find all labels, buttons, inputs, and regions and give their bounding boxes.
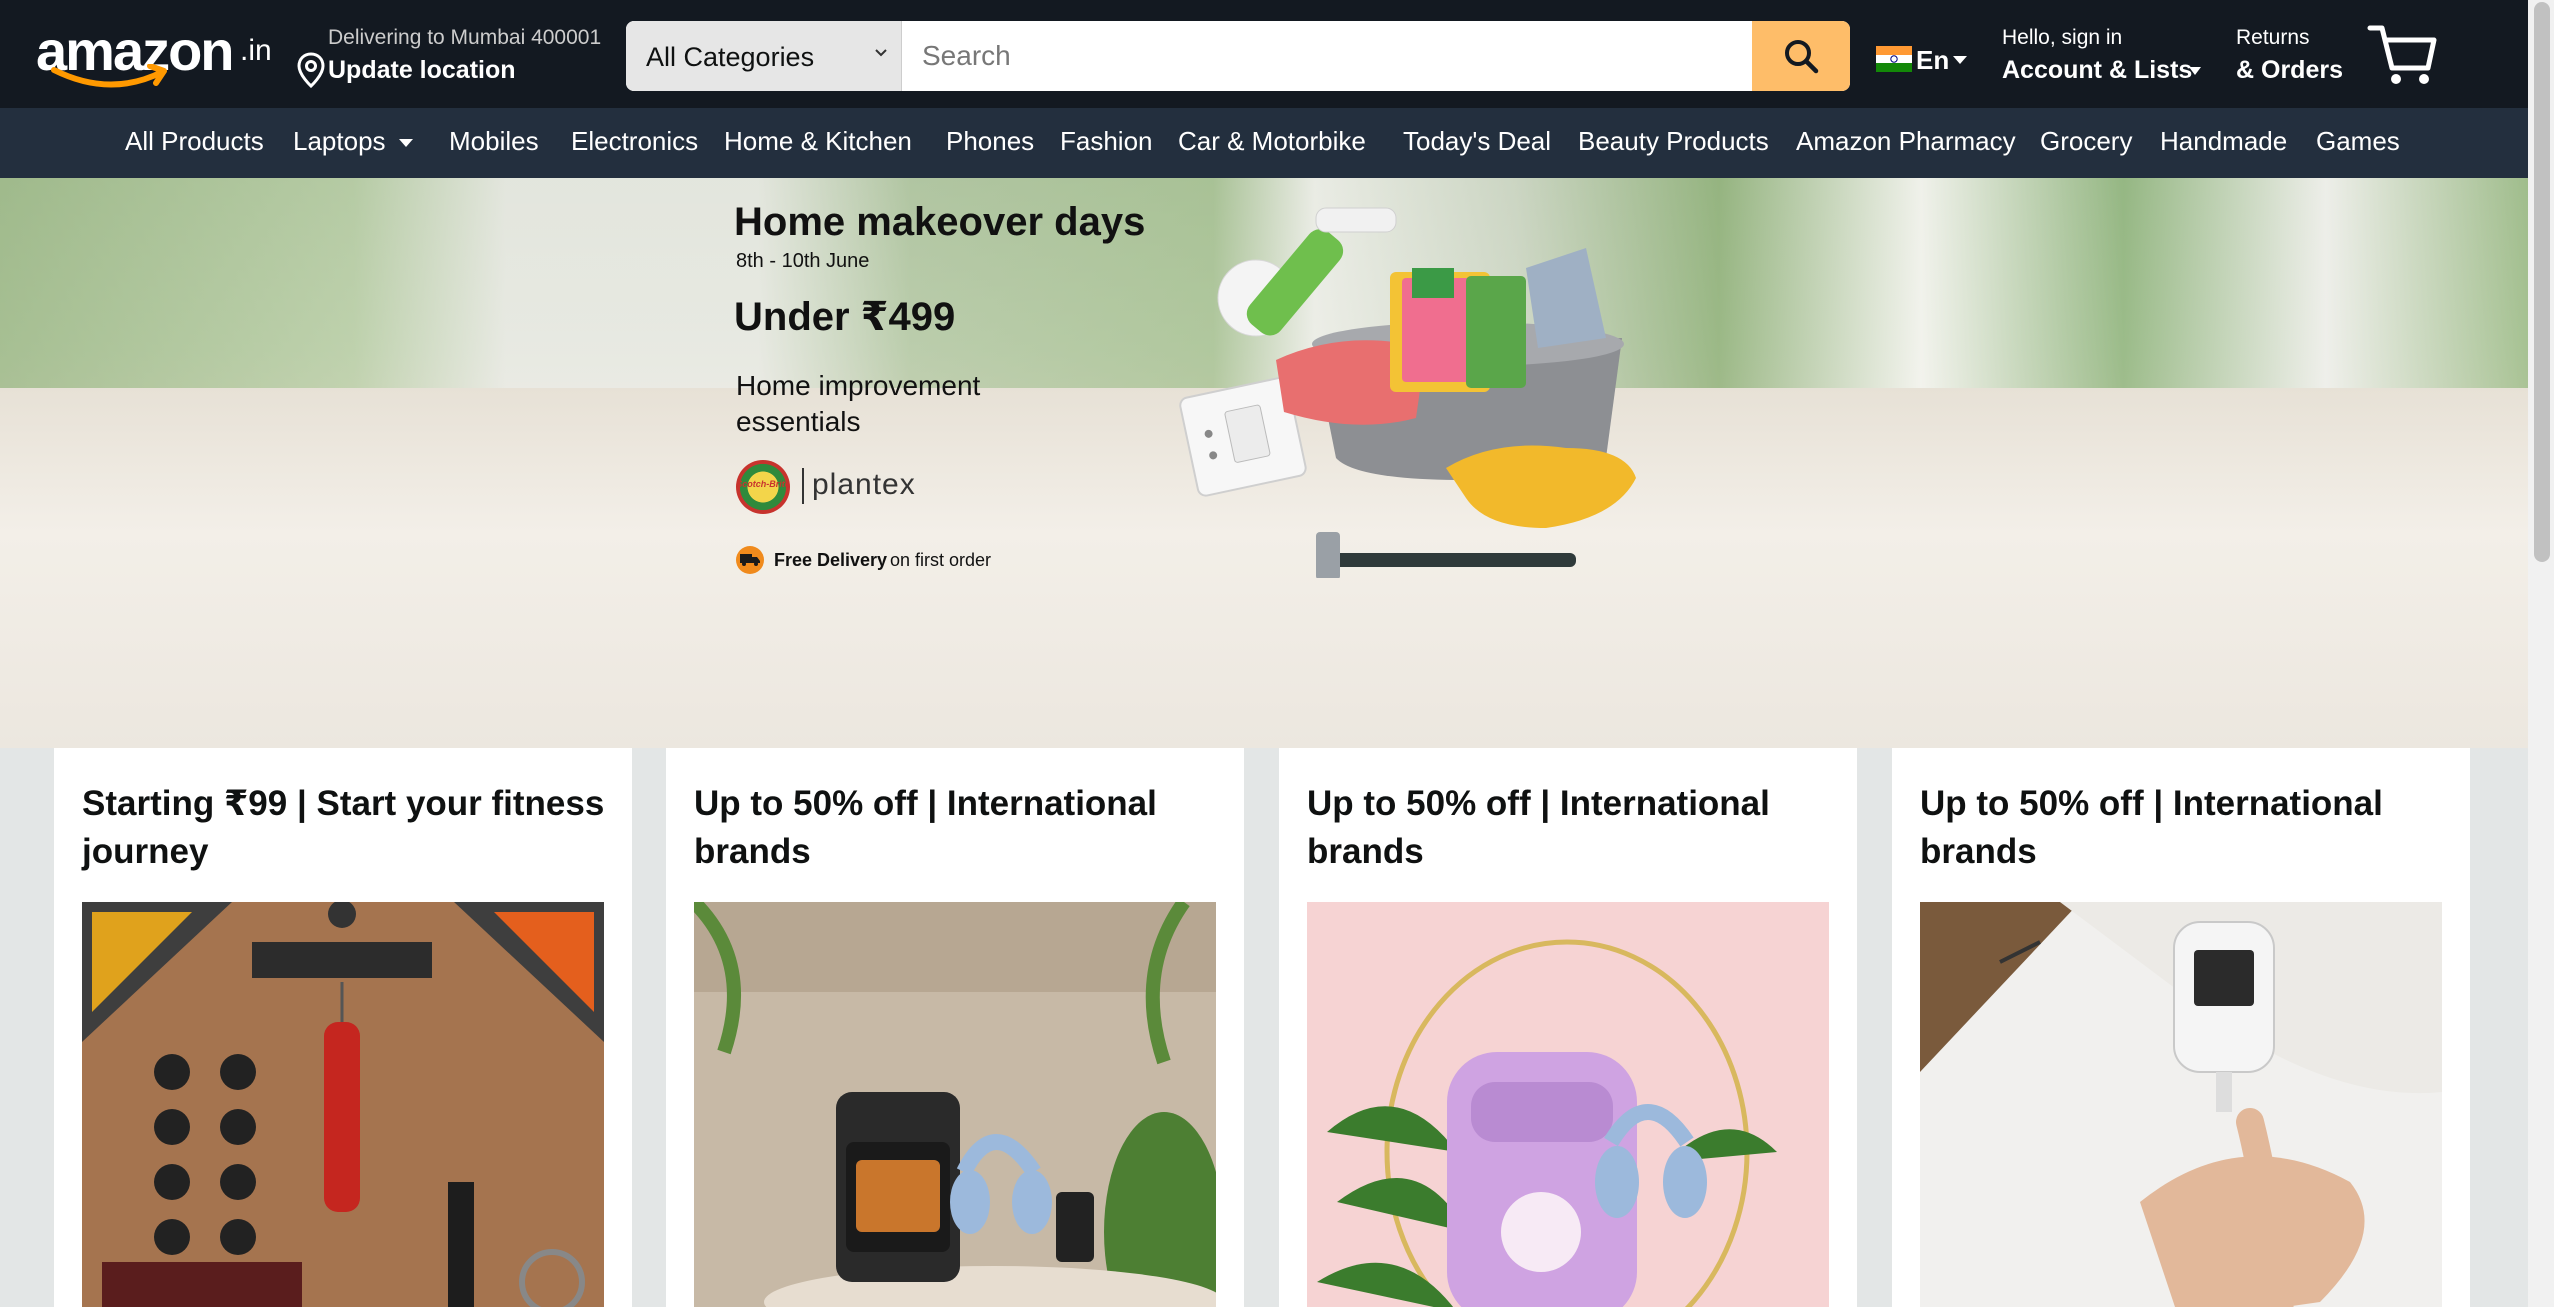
language-selector[interactable]: En [1876,44,1968,84]
hero-dates: 8th - 10th June [736,250,870,272]
logo-smile-icon [51,64,167,88]
nav-all-products[interactable]: All Products [125,126,264,157]
home-gym-image[interactable] [82,902,604,1307]
hero-price: Under ₹499 [734,295,956,339]
account-lists-menu[interactable]: Hello, sign in Account & Lists [2000,22,2206,92]
account-lists-label: Account & Lists [2002,56,2193,84]
air-fryer-headphones-image[interactable] [694,902,1216,1307]
india-flag-icon [1876,46,1912,72]
deliver-to-label: Delivering to Mumbai 400001 [328,26,602,49]
search-bar: All Categories [626,21,1850,91]
returns-label: Returns [2236,26,2310,49]
plantex-logo: plantex [812,468,916,501]
scotch-brite-logo-text: Scotch-Brite [736,479,790,489]
search-button[interactable] [1752,21,1850,91]
top-header: amazon .in Delivering to Mumbai 400001 U… [0,0,2528,108]
scrollbar-thumb[interactable] [2534,2,2550,562]
promo-card-fitness[interactable]: Starting ₹99 | Start your fitness journe… [54,748,632,1307]
category-select[interactable]: All Categories [626,21,902,91]
caret-down-icon [1953,56,1967,64]
delivery-truck-icon [736,546,764,574]
hero-banner[interactable]: Home makeover days 8th - 10th June Under… [0,178,2528,748]
update-location-link: Update location [328,56,516,84]
promo-card-international-brands-3[interactable]: Up to 50% off | International brands [1892,748,2470,1307]
nav-mobiles[interactable]: Mobiles [449,126,539,157]
cleaning-products-image [1179,207,1636,578]
location-pin-icon [297,52,325,88]
orders-label: & Orders [2236,56,2343,84]
nav-games[interactable]: Games [2316,126,2400,157]
card-title: Up to 50% off | International brands [694,784,1157,871]
first-order-label: on first order [890,550,992,570]
unicorn-backpack-image[interactable] [1307,902,1829,1307]
nav-todays-deal[interactable]: Today's Deal [1403,126,1551,157]
nav-fashion[interactable]: Fashion [1060,126,1153,157]
caret-down-icon [398,139,413,148]
page-scrollbar[interactable] [2528,0,2554,1307]
delivery-location[interactable]: Delivering to Mumbai 400001 Update locat… [296,20,626,90]
nav-handmade[interactable]: Handmade [2160,126,2287,157]
nav-amazon-pharmacy[interactable]: Amazon Pharmacy [1796,126,2016,157]
category-select-value: All Categories [646,42,815,72]
nav-electronics[interactable]: Electronics [571,126,698,157]
hero-title: Home makeover days [734,200,1146,244]
logo-suffix: .in [240,34,272,67]
card-title: Starting ₹99 | Start your fitness journe… [82,784,605,871]
nav-grocery[interactable]: Grocery [2040,126,2132,157]
nav-beauty-products[interactable]: Beauty Products [1578,126,1769,157]
chevron-down-icon [875,49,887,57]
hero-brand-logos: Scotch-Brite plantex [736,460,956,516]
nav-laptops[interactable]: Laptops [293,126,414,157]
returns-orders-link[interactable]: Returns & Orders [2234,22,2354,92]
nav-laptops-label: Laptops [293,126,386,156]
free-delivery-label: Free Delivery [774,550,888,570]
hero-subtitle: Home improvement essentials [736,370,981,437]
cart-icon[interactable] [2366,18,2438,88]
search-input[interactable] [902,21,1760,91]
category-nav: All Products Laptops Mobiles Electronics… [0,108,2528,178]
brand-divider [802,468,804,504]
nav-phones[interactable]: Phones [946,126,1034,157]
search-icon [1785,40,1819,74]
amazon-logo[interactable]: amazon .in [36,18,276,88]
nav-car-motorbike[interactable]: Car & Motorbike [1178,126,1366,157]
promo-card-international-brands-1[interactable]: Up to 50% off | International brands [666,748,1244,1307]
caret-down-icon [2189,67,2201,75]
promo-card-international-brands-2[interactable]: Up to 50% off | International brands [1279,748,1857,1307]
language-label: En [1916,45,1950,75]
nav-home-kitchen[interactable]: Home & Kitchen [724,126,912,157]
glucometer-image[interactable] [1920,902,2442,1307]
sign-in-greeting: Hello, sign in [2002,26,2123,49]
card-title: Up to 50% off | International brands [1920,784,2383,871]
card-title: Up to 50% off | International brands [1307,784,1770,871]
